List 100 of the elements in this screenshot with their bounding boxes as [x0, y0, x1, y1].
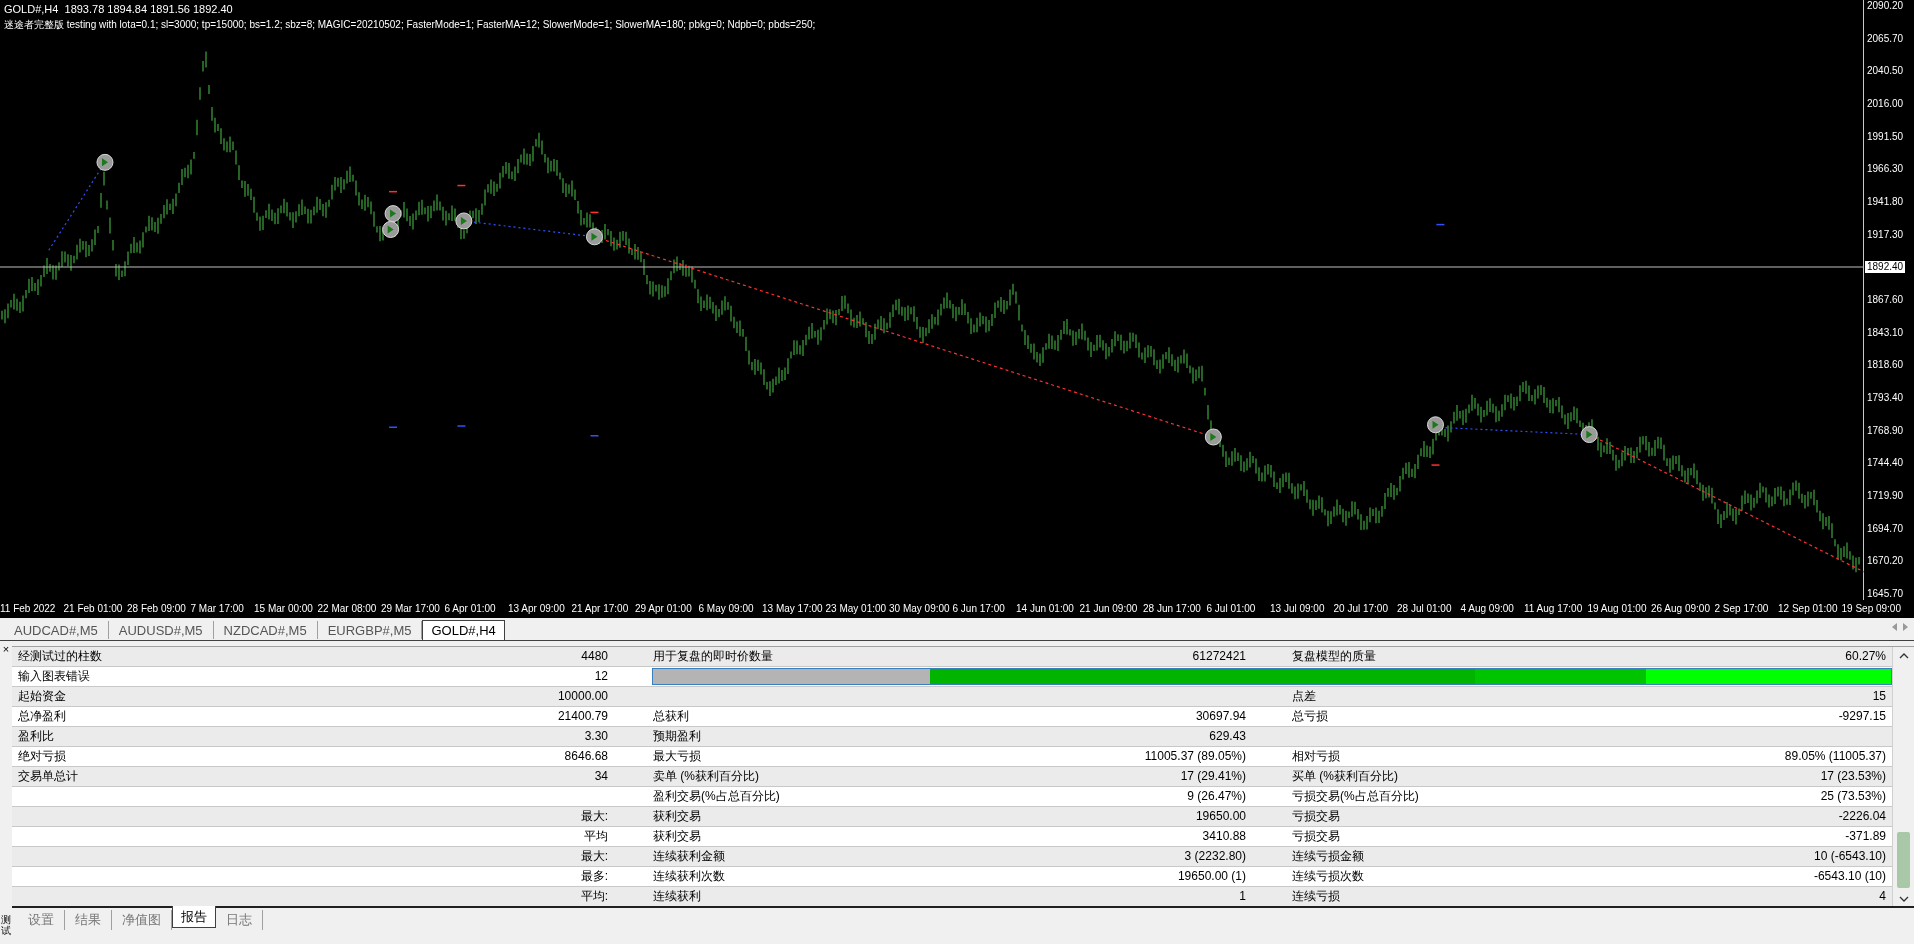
- stat-value: -6543.10 (10): [1813, 868, 1886, 885]
- stat-value: -2226.04: [1838, 808, 1886, 825]
- scrollbar[interactable]: [1892, 647, 1914, 906]
- trade-marker-icon: [1204, 428, 1222, 446]
- time-label: 29 Mar 17:00: [381, 602, 441, 616]
- stat-value: 10000.00: [557, 688, 608, 705]
- chart-tab[interactable]: GOLD#,H4: [422, 620, 505, 640]
- stat-label: 总净盈利: [18, 708, 66, 725]
- price-label: 1645.70: [1867, 587, 1905, 600]
- stop-level-mark: [456, 184, 467, 187]
- stat-value: 11005.37 (89.05%): [1144, 748, 1246, 765]
- scroll-down-icon: [1898, 896, 1909, 902]
- stat-label: 用于复盘的即时价数量: [653, 648, 773, 665]
- bottom-tab[interactable]: 报告: [172, 906, 216, 928]
- bottom-tab[interactable]: 结果: [65, 910, 112, 930]
- stat-label: 盈利交易(%占总百分比): [653, 788, 780, 805]
- trade-marker-icon: [455, 212, 473, 230]
- time-label: 29 Apr 01:00: [635, 602, 693, 616]
- stat-label: 起始资金: [18, 688, 66, 705]
- time-label: 12 Sep 01:00: [1778, 602, 1839, 616]
- price-label: 1694.70: [1867, 522, 1905, 535]
- stat-label: 点差: [1292, 688, 1316, 705]
- scroll-thumb[interactable]: [1897, 832, 1910, 888]
- stat-label: 连续亏损次数: [1292, 868, 1364, 885]
- stat-label: 总亏损: [1292, 708, 1328, 725]
- stat-label: 亏损交易: [1292, 808, 1340, 825]
- scroll-up-icon: [1898, 653, 1909, 659]
- stat-value: 8646.68: [564, 748, 608, 765]
- trade-marker-icon: [1427, 416, 1444, 434]
- time-label: 7 Mar 17:00: [190, 602, 245, 616]
- scroll-left-icon[interactable]: [1892, 623, 1897, 631]
- price-label: 1917.30: [1867, 228, 1905, 241]
- stat-label: 卖单 (%获利百分比): [653, 768, 759, 785]
- time-label: 13 Jul 09:00: [1270, 602, 1326, 616]
- stat-label: 买单 (%获利百分比): [1292, 768, 1398, 785]
- trade-marker-icon: [1580, 426, 1598, 444]
- stat-value: 17 (23.53%): [1820, 768, 1886, 785]
- time-label: 21 Jun 09:00: [1079, 602, 1139, 616]
- time-label: 6 Jul 01:00: [1206, 602, 1257, 616]
- chart-symbol-quote: GOLD#,H4 1893.78 1894.84 1891.56 1892.40: [4, 2, 234, 17]
- stat-value: 4480: [581, 648, 608, 665]
- stat-label: 盈利比: [18, 728, 54, 745]
- stop-level-mark: [589, 211, 600, 214]
- stat-label: 亏损交易: [1292, 828, 1340, 845]
- stat-label: 相对亏损: [1292, 748, 1340, 765]
- price-label: 1843.10: [1867, 326, 1905, 339]
- trade-marker-icon: [382, 221, 400, 238]
- stop-level-mark: [456, 425, 467, 427]
- tester-parameters: 迷途者完整版 testing with lota=0.1; sl=3000; tp=15000; bs=1.2; sbz=8; MAGIC=20210502; FasterMode=1; FasterMA=12; SlowerMode=1; SlowerMA=180; pbkg=0; Ndpb=0; pbds=250;: [4, 18, 816, 32]
- stat-value: -9297.15: [1838, 708, 1886, 725]
- stat-label: 获利交易: [653, 808, 701, 825]
- stat-value: 89.05% (11005.37): [1784, 748, 1886, 765]
- time-label: 6 May 09:00: [698, 602, 755, 616]
- stop-level-mark: [1435, 223, 1446, 226]
- stat-value: 17 (29.41%): [1180, 768, 1246, 785]
- stat-value: 15: [1872, 688, 1886, 705]
- close-icon[interactable]: ×: [2, 644, 10, 655]
- price-label: 1719.90: [1867, 489, 1905, 502]
- time-label: 19 Aug 01:00: [1587, 602, 1648, 616]
- time-label: 14 Jun 01:00: [1016, 602, 1075, 616]
- price-label: 1744.40: [1867, 457, 1905, 470]
- time-label: 6 Apr 01:00: [444, 602, 497, 616]
- trade-marker-icon: [96, 153, 114, 171]
- stop-level-mark: [589, 435, 600, 437]
- time-label: 6 Jun 17:00: [952, 602, 1006, 616]
- price-label: 2090.20: [1867, 0, 1905, 12]
- stat-value: 10 (-6543.10): [1813, 848, 1886, 865]
- stat-value: 3 (2232.80): [1184, 848, 1246, 865]
- scroll-right-icon[interactable]: [1903, 623, 1908, 631]
- stat-value: 25 (73.53%): [1820, 788, 1886, 805]
- stat-value: 21400.79: [557, 708, 608, 725]
- time-label: 4 Aug 09:00: [1460, 602, 1515, 616]
- stat-label: 复盘模型的质量: [1292, 648, 1376, 665]
- time-label: 11 Aug 17:00: [1524, 602, 1584, 616]
- stat-value: 1: [1239, 888, 1246, 905]
- time-label: 26 Aug 09:00: [1651, 602, 1711, 616]
- bottom-tab[interactable]: 设置: [18, 910, 65, 930]
- price-label: 1991.50: [1867, 130, 1905, 143]
- chart-tab[interactable]: AUDUSD#,M5: [108, 621, 214, 639]
- stop-level-mark: [388, 190, 398, 193]
- stat-value: 4: [1879, 888, 1886, 905]
- stat-value: 61272421: [1192, 648, 1246, 665]
- price-label: 1768.90: [1867, 424, 1905, 437]
- time-label: 28 Feb 09:00: [127, 602, 187, 616]
- chart-tab[interactable]: NZDCAD#,M5: [213, 621, 318, 639]
- chart-tab[interactable]: AUDCAD#,M5: [4, 621, 109, 639]
- stat-label: 连续亏损: [1292, 888, 1340, 905]
- stat-value: 平均:: [580, 888, 608, 905]
- price-label: 2065.70: [1867, 32, 1905, 45]
- stop-level-mark: [1430, 464, 1441, 466]
- price-label: 1941.80: [1867, 195, 1905, 208]
- stat-label: 总获利: [653, 708, 689, 725]
- panel-title: 测试: [1, 914, 11, 936]
- stat-value: 629.43: [1209, 728, 1246, 745]
- bottom-tab[interactable]: 日志: [216, 910, 263, 930]
- stat-value: 60.27%: [1845, 648, 1886, 665]
- time-label: 19 Sep 09:00: [1841, 602, 1902, 616]
- stat-value: 最多:: [580, 868, 608, 885]
- trade-marker-icon: [384, 205, 402, 223]
- stat-label: 经测试过的柱数: [18, 648, 102, 665]
